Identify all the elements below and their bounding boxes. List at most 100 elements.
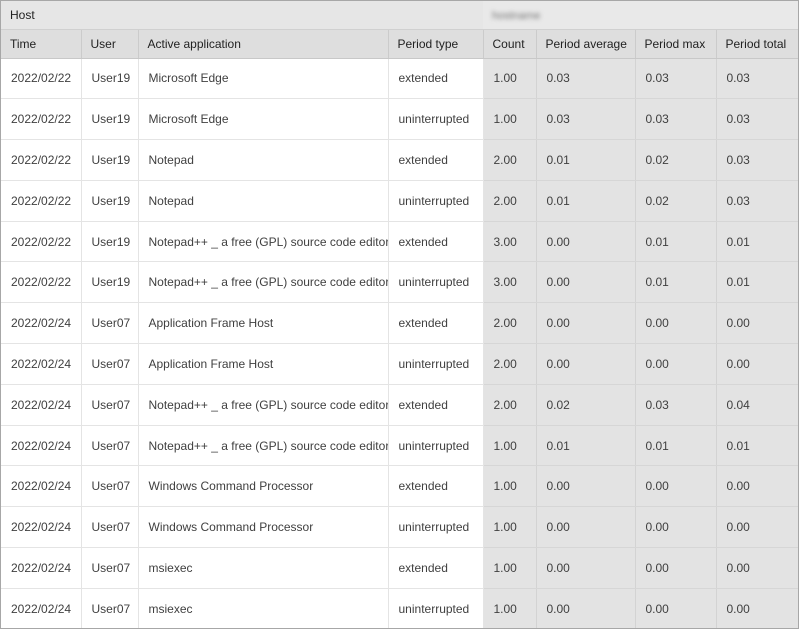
cell-period-average: 0.00 bbox=[536, 588, 636, 628]
cell-period-max: 0.01 bbox=[635, 221, 717, 263]
cell-user: User19 bbox=[81, 261, 139, 304]
cell-period-average: 0.00 bbox=[536, 261, 636, 304]
column-header-user[interactable]: User bbox=[81, 29, 139, 59]
cell-count: 1.00 bbox=[482, 588, 537, 628]
cell-time: 2022/02/22 bbox=[1, 221, 82, 263]
cell-period-max: 0.03 bbox=[635, 384, 717, 426]
cell-active-application: Notepad bbox=[138, 180, 389, 222]
cell-time: 2022/02/24 bbox=[1, 425, 82, 467]
host-value-header[interactable]: hostname bbox=[483, 1, 798, 30]
table-body: 2022/02/22 User19 Microsoft Edge extended 1.… bbox=[1, 58, 798, 628]
cell-period-type: extended bbox=[388, 221, 484, 263]
cell-time: 2022/02/24 bbox=[1, 343, 82, 385]
cell-period-total: 0.01 bbox=[716, 261, 798, 304]
column-header-active-application[interactable]: Active application bbox=[138, 29, 389, 59]
cell-count: 1.00 bbox=[482, 506, 537, 549]
cell-period-average: 0.00 bbox=[536, 302, 636, 345]
table-row[interactable]: 2022/02/22 User19 Microsoft Edge extended 1.… bbox=[1, 58, 798, 100]
cell-period-type: uninterrupted bbox=[388, 506, 484, 549]
cell-period-average: 0.00 bbox=[536, 506, 636, 549]
cell-period-type: extended bbox=[388, 302, 484, 345]
column-header-time[interactable]: Time bbox=[1, 29, 82, 59]
cell-period-max: 0.00 bbox=[635, 343, 717, 385]
cell-period-max: 0.02 bbox=[635, 139, 717, 181]
cell-period-max: 0.00 bbox=[635, 588, 717, 628]
cell-time: 2022/02/24 bbox=[1, 588, 82, 628]
cell-active-application: msiexec bbox=[138, 588, 389, 628]
cell-user: User07 bbox=[81, 384, 139, 426]
cell-period-total: 0.00 bbox=[716, 343, 798, 385]
cell-user: User19 bbox=[81, 221, 139, 263]
table-row[interactable]: 2022/02/24 User07 msiexec extended 1.00 0.00 0… bbox=[1, 547, 798, 589]
cell-period-type: extended bbox=[388, 139, 484, 181]
column-header-period-max[interactable]: Period max bbox=[635, 29, 717, 59]
cell-period-total: 0.03 bbox=[716, 98, 798, 141]
column-header-period-average[interactable]: Period average bbox=[536, 29, 636, 59]
cell-active-application: Notepad bbox=[138, 139, 389, 181]
table-row[interactable]: 2022/02/24 User07 Windows Command Processo… bbox=[1, 506, 798, 549]
cell-period-total: 0.03 bbox=[716, 58, 798, 100]
cell-time: 2022/02/24 bbox=[1, 547, 82, 589]
cell-period-average: 0.01 bbox=[536, 180, 636, 222]
cell-period-average: 0.03 bbox=[536, 98, 636, 141]
cell-active-application: Microsoft Edge bbox=[138, 58, 389, 100]
table-row[interactable]: 2022/02/24 User07 Notepad++ _ a free (GPL)… bbox=[1, 425, 798, 467]
cell-active-application: Notepad++ _ a free (GPL) source code edi… bbox=[138, 221, 389, 263]
table-row[interactable]: 2022/02/24 User07 Application Frame Host un… bbox=[1, 343, 798, 385]
column-header-period-type[interactable]: Period type bbox=[388, 29, 484, 59]
cell-period-average: 0.00 bbox=[536, 547, 636, 589]
table-row[interactable]: 2022/02/22 User19 Microsoft Edge uninterrup… bbox=[1, 98, 798, 141]
cell-count: 1.00 bbox=[482, 98, 537, 141]
column-header-period-total[interactable]: Period total bbox=[716, 29, 798, 59]
cell-period-type: uninterrupted bbox=[388, 343, 484, 385]
cell-period-type: uninterrupted bbox=[388, 588, 484, 628]
cell-period-type: extended bbox=[388, 384, 484, 426]
table-row[interactable]: 2022/02/22 User19 Notepad++ _ a free (GPL)… bbox=[1, 261, 798, 304]
cell-active-application: Notepad++ _ a free (GPL) source code edi… bbox=[138, 384, 389, 426]
cell-active-application: Windows Command Processor bbox=[138, 465, 389, 508]
cell-period-total: 0.00 bbox=[716, 465, 798, 508]
cell-time: 2022/02/24 bbox=[1, 302, 82, 345]
table-row[interactable]: 2022/02/22 User19 Notepad uninterrupted 2.00… bbox=[1, 180, 798, 222]
cell-time: 2022/02/22 bbox=[1, 58, 82, 100]
table-row[interactable]: 2022/02/24 User07 Notepad++ _ a free (GPL)… bbox=[1, 384, 798, 426]
cell-period-type: extended bbox=[388, 465, 484, 508]
cell-period-total: 0.00 bbox=[716, 588, 798, 628]
cell-period-average: 0.01 bbox=[536, 425, 636, 467]
cell-active-application: Notepad++ _ a free (GPL) source code edi… bbox=[138, 261, 389, 304]
table-row[interactable]: 2022/02/24 User07 Application Frame Host ex… bbox=[1, 302, 798, 345]
cell-active-application: Application Frame Host bbox=[138, 343, 389, 385]
table-row[interactable]: 2022/02/22 User19 Notepad++ _ a free (GPL)… bbox=[1, 221, 798, 263]
cell-period-max: 0.03 bbox=[635, 98, 717, 141]
cell-time: 2022/02/22 bbox=[1, 261, 82, 304]
cell-user: User07 bbox=[81, 302, 139, 345]
cell-count: 1.00 bbox=[482, 547, 537, 589]
cell-time: 2022/02/24 bbox=[1, 465, 82, 508]
table-row[interactable]: 2022/02/22 User19 Notepad extended 2.00 0.01 0… bbox=[1, 139, 798, 181]
host-group-header[interactable]: Host bbox=[1, 1, 483, 30]
cell-user: User07 bbox=[81, 465, 139, 508]
cell-period-total: 0.03 bbox=[716, 139, 798, 181]
cell-time: 2022/02/22 bbox=[1, 180, 82, 222]
cell-period-max: 0.02 bbox=[635, 180, 717, 222]
cell-time: 2022/02/22 bbox=[1, 139, 82, 181]
table-row[interactable]: 2022/02/24 User07 Windows Command Processo… bbox=[1, 465, 798, 508]
cell-active-application: Notepad++ _ a free (GPL) source code edi… bbox=[138, 425, 389, 467]
cell-period-max: 0.01 bbox=[635, 261, 717, 304]
cell-period-type: extended bbox=[388, 547, 484, 589]
cell-period-total: 0.01 bbox=[716, 221, 798, 263]
cell-period-total: 0.03 bbox=[716, 180, 798, 222]
cell-active-application: msiexec bbox=[138, 547, 389, 589]
column-header-count[interactable]: Count bbox=[482, 29, 537, 59]
cell-count: 2.00 bbox=[482, 343, 537, 385]
cell-count: 3.00 bbox=[482, 261, 537, 304]
cell-user: User07 bbox=[81, 506, 139, 549]
cell-period-total: 0.00 bbox=[716, 302, 798, 345]
cell-user: User07 bbox=[81, 425, 139, 467]
cell-period-total: 0.04 bbox=[716, 384, 798, 426]
cell-count: 1.00 bbox=[482, 58, 537, 100]
cell-time: 2022/02/24 bbox=[1, 384, 82, 426]
cell-period-average: 0.01 bbox=[536, 139, 636, 181]
cell-period-type: extended bbox=[388, 58, 484, 100]
table-row[interactable]: 2022/02/24 User07 msiexec uninterrupted 1.00… bbox=[1, 588, 798, 628]
